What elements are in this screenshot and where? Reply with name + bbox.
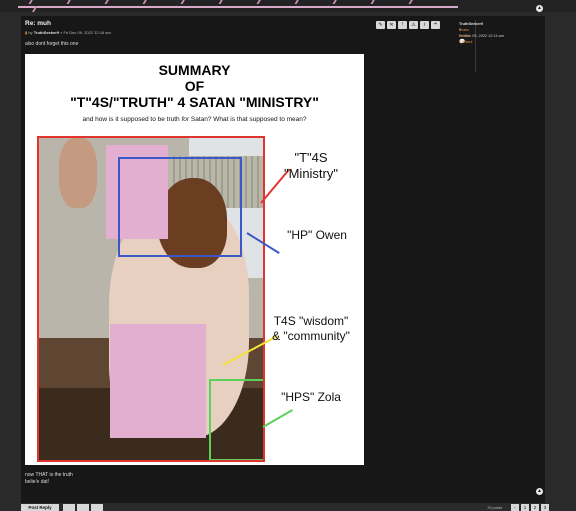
post-text-before: also dont forget this one [25,41,79,47]
post-container: Re: muh ▮ by TruthSeeker9 » Fri Dec 09, … [21,16,545,503]
page-2[interactable]: 2 [531,504,539,511]
post-scroll-top-icon[interactable]: ▲ [536,488,543,495]
label-ministry: "T"4S "Ministry" [283,150,338,181]
image-subtitle: and how is it supposed to be truth for S… [82,116,307,123]
label-zola: "HPS" Zola [281,390,341,404]
post-text-after: now THAT is the truth belie'e dat! [25,472,73,485]
banner-strip [0,0,576,12]
post-author[interactable]: TruthSeeker9 [34,30,59,35]
banner-art [14,0,458,12]
info-button[interactable]: i [420,21,429,29]
contact-label: Contact: [459,40,474,44]
post-file-icon: ▮ [25,30,28,35]
page-links: ‹ 1 2 3 [511,504,549,511]
quote-button[interactable]: ❝ [431,21,440,29]
image-heading-1: SUMMARY [158,62,231,78]
page-1[interactable]: 1 [521,504,529,511]
pagination-bar: Post Reply 76 posts ‹ 1 2 3 [21,504,549,511]
post-actions: ✎ ✕ ! ⚠ i ❝ [376,21,440,29]
page-prev[interactable]: ‹ [511,504,519,511]
label-wisdom: T4S "wisdom" & "community" [272,314,350,343]
report-button[interactable]: ⚠ [409,21,418,29]
post-date: » Fri Dec 09, 2022 12:18 am [60,30,111,35]
photo [37,136,265,462]
profile-panel: TruthSeeker9 Posts: 3 Joined: Fri Dec 09… [459,21,504,45]
search-icon[interactable] [91,504,103,511]
blue-highlight-box [118,157,242,257]
sort-icon[interactable] [77,504,89,511]
warn-button[interactable]: ! [398,21,407,29]
post-title[interactable]: Re: muh [25,20,51,27]
page-3[interactable]: 3 [541,504,549,511]
scroll-top-icon[interactable]: ▲ [536,5,543,12]
green-pointer-line [262,409,293,428]
edit-button[interactable]: ✎ [376,21,385,29]
green-highlight-box [209,379,263,460]
censor-block-bottom [110,324,206,438]
image-heading-2: OF [184,78,205,94]
image-heading-3: "T"4S/"TRUTH" 4 SATAN "MINISTRY" [70,94,319,110]
post-count: 76 posts [487,505,503,510]
post-image: SUMMARY OF "T"4S/"TRUTH" 4 SATAN "MINIST… [25,54,364,465]
post-by-label: by [28,30,33,35]
post-meta: ▮ by TruthSeeker9 » Fri Dec 09, 2022 12:… [25,30,111,35]
topic-tools [63,504,103,511]
delete-button[interactable]: ✕ [387,21,396,29]
label-owen: "HP" Owen [287,228,347,242]
post-reply-button[interactable]: Post Reply [21,504,59,511]
wrench-icon[interactable] [63,504,75,511]
